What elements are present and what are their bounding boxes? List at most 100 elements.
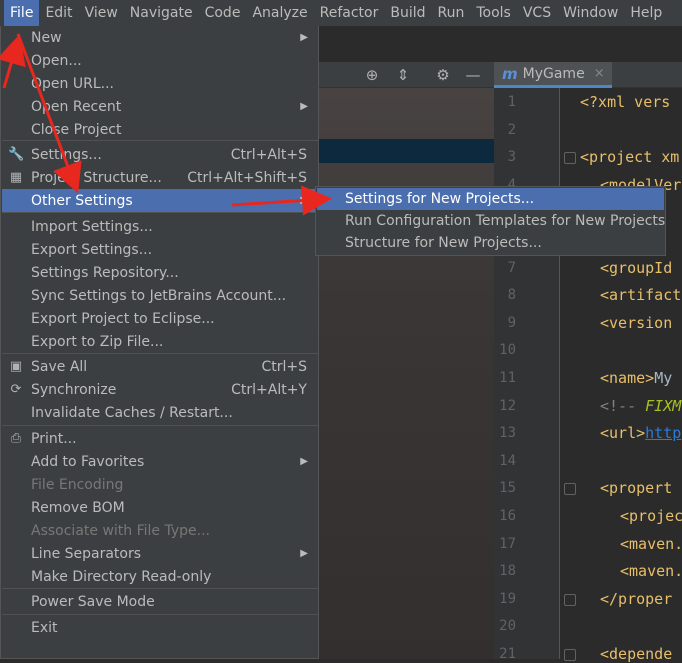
menu-item-other-settings[interactable]: Other Settings ▶ [2,189,318,212]
menu-item-export-project-to-eclipse[interactable]: Export Project to Eclipse... [2,307,318,330]
code-token: My [654,369,673,387]
menu-code[interactable]: Code [199,0,247,26]
code-token: <projec [620,507,682,525]
menu-analyze[interactable]: Analyze [246,0,313,26]
menu-item-label: Import Settings... [31,218,153,235]
code-line: <maven. [620,562,682,580]
menu-item-shortcut: Ctrl+Alt+Y [231,381,307,398]
menu-item-label: Associate with File Type... [31,522,210,539]
gear-icon[interactable]: ⚙ [433,65,453,85]
menu-window[interactable]: Window [557,0,624,26]
code-line: <?xml vers [580,93,670,111]
menu-item-settings-repository[interactable]: Settings Repository... [2,261,318,284]
code-token: <propert [600,479,673,498]
code-token: <?xml vers [580,93,671,111]
menu-item-label: Save All [31,358,88,375]
menu-item-close-project[interactable]: Close Project [2,118,318,141]
menu-item-project-structure[interactable]: ▦ Project Structure... Ctrl+Alt+Shift+S [2,166,318,189]
fold-marker-icon[interactable] [564,152,576,165]
menu-item-label: Project Structure... [31,169,162,186]
menu-item-add-to-favorites[interactable]: Add to Favorites ▶ [2,450,318,473]
menu-item-label: Add to Favorites [31,453,145,470]
code-line: <artifact [600,286,681,304]
line-number: 11 [499,370,516,386]
menu-file[interactable]: File [4,0,40,26]
tab-mygame[interactable]: m MyGame × [494,62,612,88]
menu-item-sync-settings-to-jetbrains-account[interactable]: Sync Settings to JetBrains Account... [2,284,318,307]
line-number: 3 [507,149,516,166]
menu-vcs[interactable]: VCS [517,0,557,26]
other-settings-submenu: Settings for New Projects... Run Configur… [315,186,666,256]
menu-item-label: Exit [31,619,58,636]
fold-marker-icon[interactable] [564,593,576,606]
code-line: <projec [620,507,682,525]
submenu-item-run-configuration-templates-for-new-projects[interactable]: Run Configuration Templates for New Proj… [317,210,666,232]
line-number: 16 [499,508,516,524]
line-number: 1 [507,94,516,110]
menu-item-new[interactable]: New ▶ [2,26,318,49]
line-number: 17 [499,535,516,552]
menu-item-open[interactable]: ▰ Open... [2,49,318,72]
menu-run[interactable]: Run [432,0,471,26]
maven-icon: m [502,64,518,83]
menu-item-save-all[interactable]: ▣ Save All Ctrl+S [2,355,318,378]
submenu-item-structure-for-new-projects[interactable]: Structure for New Projects... [317,232,664,254]
fold-marker-icon[interactable] [564,483,576,496]
menu-item-label: Export Project to Eclipse... [31,310,215,327]
menu-item-line-separators[interactable]: Line Separators ▶ [2,542,318,565]
file-menu-dropdown: New ▶ ▰ Open... Open URL... Open Recent ▶ Close… [0,26,319,659]
menu-build[interactable]: Build [384,0,431,26]
menu-item-label: Settings Repository... [31,264,179,281]
menu-view[interactable]: View [79,0,124,26]
code-token: <version [600,313,673,332]
menu-item-power-save-mode[interactable]: Power Save Mode [2,590,318,613]
close-icon[interactable]: × [594,66,605,81]
menu-item-label: File Encoding [31,476,124,493]
code-line: </proper [600,590,672,608]
menu-item-shortcut: Ctrl+Alt+Shift+S [187,169,307,186]
menu-tools[interactable]: Tools [470,0,517,26]
menu-item-label: Invalidate Caches / Restart... [31,404,233,421]
collapse-icon[interactable]: ⇕ [393,65,413,85]
line-number: 13 [499,425,516,442]
code-line: <project xm [580,148,679,166]
code-line: <propert [600,479,672,497]
menu-item-remove-bom[interactable]: Remove BOM [2,496,318,519]
menu-navigate[interactable]: Navigate [124,0,199,26]
menu-item-export-settings[interactable]: Export Settings... [2,238,318,261]
menu-refactor[interactable]: Refactor [314,0,385,26]
menu-help[interactable]: Help [624,0,668,26]
line-number: 21 [499,646,516,662]
code-token: <project xm [580,148,680,167]
menu-item-export-to-zip-file[interactable]: Export to Zip File... [2,330,318,353]
code-line: <name>My [600,369,672,387]
crosshair-icon[interactable]: ⊕ [362,65,382,85]
submenu-item-settings-for-new-projects[interactable]: Settings for New Projects... [317,188,664,210]
menu-item-make-directory-read-only[interactable]: Make Directory Read-only [2,565,318,588]
menu-item-settings[interactable]: 🔧 Settings... Ctrl+Alt+S [2,143,318,166]
code-line: <!-- FIXM [600,397,681,415]
code-token: FIXM [645,396,682,415]
menu-separator [2,212,318,213]
menu-item-import-settings[interactable]: Import Settings... [2,215,318,238]
menu-item-print[interactable]: ⎙ Print... [2,427,318,450]
menu-item-synchronize[interactable]: ⟳ Synchronize Ctrl+Alt+Y [2,378,318,401]
menu-edit[interactable]: Edit [39,0,78,26]
code-token: <groupId [600,258,673,277]
line-number: 19 [499,590,516,607]
menu-item-label: New [31,29,62,46]
menu-item-invalidate-caches-restart[interactable]: Invalidate Caches / Restart... [2,401,318,424]
menu-item-label: Sync Settings to JetBrains Account... [31,287,287,304]
submenu-item-label: Run Configuration Templates for New Proj… [345,213,666,229]
line-number: 7 [507,259,516,276]
menu-item-exit[interactable]: Exit [2,616,318,639]
line-number: 8 [507,287,516,304]
menu-item-label: Open Recent [31,98,122,115]
minimize-icon[interactable]: — [463,65,483,85]
code-token: <!-- [600,396,646,415]
code-token: http [645,424,682,443]
menu-item-open-recent[interactable]: Open Recent ▶ [2,95,318,118]
code-line: <url>http [600,424,681,442]
menu-item-open-url[interactable]: Open URL... [2,72,318,95]
fold-marker-icon[interactable] [564,649,576,661]
